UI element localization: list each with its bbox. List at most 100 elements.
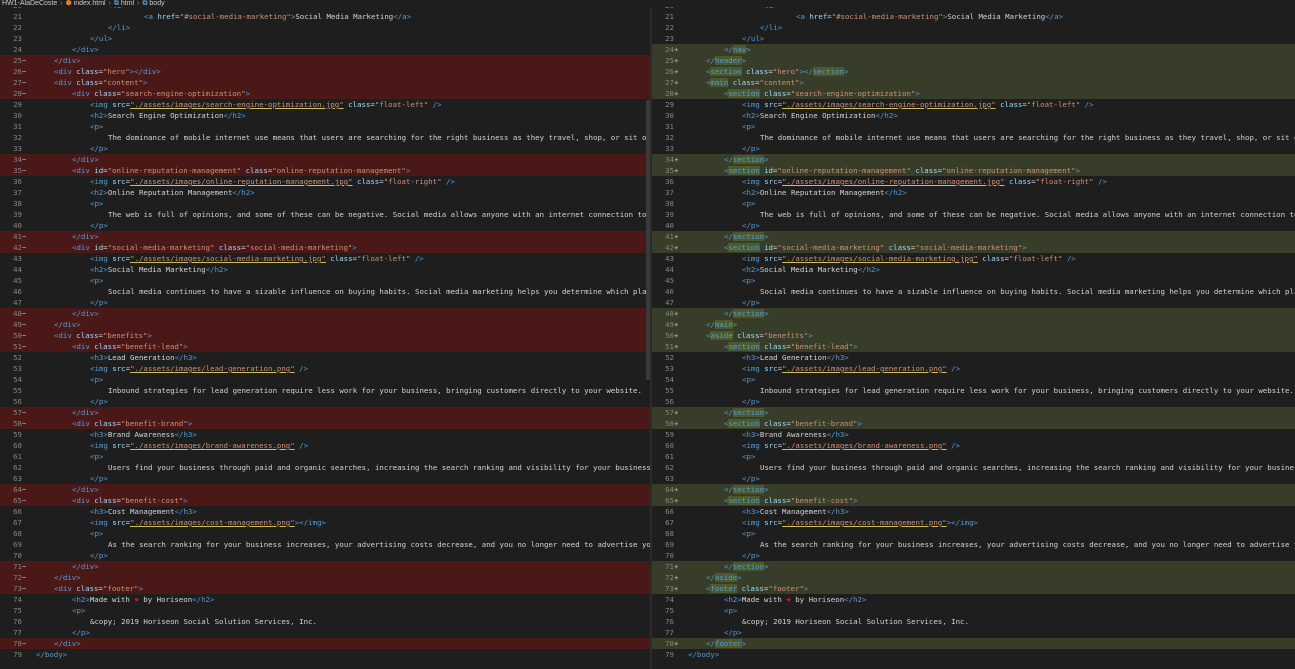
code-line[interactable]: 23 </ul> xyxy=(0,33,650,44)
code-line[interactable]: 79 </body> xyxy=(652,649,1295,660)
code-line[interactable]: 73− <div class="footer"> xyxy=(0,583,650,594)
breadcrumb-file[interactable]: index.html xyxy=(74,0,106,7)
code-line[interactable]: 39 The web is full of opinions, and some … xyxy=(0,209,650,220)
code-line[interactable]: 36 <img src="./assets/images/online-reput… xyxy=(652,176,1295,187)
code-line[interactable]: 68 <p> xyxy=(652,528,1295,539)
code-line[interactable]: 69 As the search ranking for your busines… xyxy=(652,539,1295,550)
code-line[interactable]: 62 Users find your business through paid … xyxy=(0,462,650,473)
code-line[interactable]: 53 <img src="./assets/images/lead-generat… xyxy=(0,363,650,374)
code-line[interactable]: 73 + <footer class="footer"> xyxy=(652,583,1295,594)
code-line[interactable]: 26 + <section class="hero"></section> xyxy=(652,66,1295,77)
code-line[interactable]: 29 <img src="./assets/images/search-engin… xyxy=(0,99,650,110)
code-line[interactable]: 42− <div id="social-media-marketing" clas… xyxy=(0,242,650,253)
code-line[interactable]: 24 </div> xyxy=(0,44,650,55)
code-line[interactable]: 48− </div> xyxy=(0,308,650,319)
code-line[interactable]: 28− <div class="search-engine-optimizatio… xyxy=(0,88,650,99)
breadcrumb-html[interactable]: html xyxy=(121,0,134,7)
code-line[interactable]: 60 <img src="./assets/images/brand-awaren… xyxy=(0,440,650,451)
code-line[interactable]: 34 + </section> xyxy=(652,154,1295,165)
code-line[interactable]: 76 &copy; 2019 Horiseon Social Solution S… xyxy=(652,616,1295,627)
code-line[interactable]: 74 <h2>Made with ❤ by Horiseon</h2> xyxy=(652,594,1295,605)
code-line[interactable]: 39 The web is full of opinions, and some … xyxy=(652,209,1295,220)
code-line[interactable]: 79 </body> xyxy=(0,649,650,660)
code-line[interactable]: 28 + <section class="search-engine-optimiz… xyxy=(652,88,1295,99)
scrollbar-thumb[interactable] xyxy=(646,100,650,380)
code-line[interactable]: 64− </div> xyxy=(0,484,650,495)
breadcrumb-folder[interactable]: HW1-AlaDeCoste xyxy=(2,0,57,7)
code-line[interactable]: 47 </p> xyxy=(0,297,650,308)
code-line[interactable]: 78− </div> xyxy=(0,638,650,649)
code-line[interactable]: 41 + </section> xyxy=(652,231,1295,242)
code-line[interactable]: 75 <p> xyxy=(0,605,650,616)
code-line[interactable]: 77 </p> xyxy=(652,627,1295,638)
code-line[interactable]: 53 <img src="./assets/images/lead-generat… xyxy=(652,363,1295,374)
code-line[interactable]: 56 </p> xyxy=(652,396,1295,407)
code-line[interactable]: 31 <p> xyxy=(652,121,1295,132)
code-line[interactable]: 62 Users find your business through paid … xyxy=(652,462,1295,473)
code-line[interactable]: 65 + <section class="benefit-cost"> xyxy=(652,495,1295,506)
code-line[interactable]: 40 </p> xyxy=(0,220,650,231)
code-line[interactable]: 54 <p> xyxy=(0,374,650,385)
code-line[interactable]: 70 </p> xyxy=(0,550,650,561)
code-line[interactable]: 66 <h3>Cost Management</h3> xyxy=(0,506,650,517)
code-line[interactable]: 76 &copy; 2019 Horiseon Social Solution S… xyxy=(0,616,650,627)
code-line[interactable]: 67 <img src="./assets/images/cost-managem… xyxy=(0,517,650,528)
code-line[interactable]: 57− </div> xyxy=(0,407,650,418)
code-line[interactable]: 25− </div> xyxy=(0,55,650,66)
code-line[interactable]: 51− <div class="benefit-lead"> xyxy=(0,341,650,352)
code-line[interactable]: 55 Inbound strategies for lead generation… xyxy=(0,385,650,396)
code-line[interactable]: 32 The dominance of mobile internet use m… xyxy=(652,132,1295,143)
code-line[interactable]: 36 <img src="./assets/images/online-reput… xyxy=(0,176,650,187)
code-line[interactable]: 59 <h3>Brand Awareness</h3> xyxy=(652,429,1295,440)
code-line[interactable]: 72 + </aside> xyxy=(652,572,1295,583)
code-line[interactable]: 69 As the search ranking for your busines… xyxy=(0,539,650,550)
code-line[interactable]: 59 <h3>Brand Awareness</h3> xyxy=(0,429,650,440)
code-line[interactable]: 30 <h2>Search Engine Optimization</h2> xyxy=(652,110,1295,121)
code-line[interactable]: 78 + </footer> xyxy=(652,638,1295,649)
code-line[interactable]: 33 </p> xyxy=(652,143,1295,154)
code-line[interactable]: 43 <img src="./assets/images/social-media… xyxy=(0,253,650,264)
code-line[interactable]: 46 Social media continues to have a sizab… xyxy=(0,286,650,297)
code-line[interactable]: 25 + </header> xyxy=(652,55,1295,66)
code-line[interactable]: 31 <p> xyxy=(0,121,650,132)
code-line[interactable]: 46 Social media continues to have a sizab… xyxy=(652,286,1295,297)
code-line[interactable]: 23 </ul> xyxy=(652,33,1295,44)
code-line[interactable]: 26− <div class="hero"></div> xyxy=(0,66,650,77)
code-line[interactable]: 44 <h2>Social Media Marketing</h2> xyxy=(0,264,650,275)
code-line[interactable]: 32 The dominance of mobile internet use m… xyxy=(0,132,650,143)
code-line[interactable]: 50− <div class="benefits"> xyxy=(0,330,650,341)
code-line[interactable]: 60 <img src="./assets/images/brand-awaren… xyxy=(652,440,1295,451)
code-line[interactable]: 65− <div class="benefit-cost"> xyxy=(0,495,650,506)
code-line[interactable]: 33 </p> xyxy=(0,143,650,154)
code-line[interactable]: 30 <h2>Search Engine Optimization</h2> xyxy=(0,110,650,121)
code-line[interactable]: 68 <p> xyxy=(0,528,650,539)
code-line[interactable]: 71− </div> xyxy=(0,561,650,572)
code-line[interactable]: 55 Inbound strategies for lead generation… xyxy=(652,385,1295,396)
code-line[interactable]: 41− </div> xyxy=(0,231,650,242)
code-line[interactable]: 42 + <section id="social-media-marketing" … xyxy=(652,242,1295,253)
code-line[interactable]: 35− <div id="online-reputation-management… xyxy=(0,165,650,176)
code-line[interactable]: 52 <h3>Lead Generation</h3> xyxy=(652,352,1295,363)
code-line[interactable]: 38 <p> xyxy=(0,198,650,209)
code-line[interactable]: 63 </p> xyxy=(0,473,650,484)
code-line[interactable]: 21 <a href="#social-media-marketing">Soci… xyxy=(652,11,1295,22)
code-line[interactable]: 52 <h3>Lead Generation</h3> xyxy=(0,352,650,363)
code-line[interactable]: 43 <img src="./assets/images/social-media… xyxy=(652,253,1295,264)
diff-original-pane[interactable]: 20<li>21<a href="#social-media-marketing… xyxy=(0,7,650,669)
code-line[interactable]: 67 <img src="./assets/images/cost-managem… xyxy=(652,517,1295,528)
code-line[interactable]: 27− <div class="content"> xyxy=(0,77,650,88)
code-line[interactable]: 56 </p> xyxy=(0,396,650,407)
code-line[interactable]: 74 <h2>Made with ❤ by Horiseon</h2> xyxy=(0,594,650,605)
code-line[interactable]: 21 <a href="#social-media-marketing">Soci… xyxy=(0,11,650,22)
code-line[interactable]: 44 <h2>Social Media Marketing</h2> xyxy=(652,264,1295,275)
code-line[interactable]: 70 </p> xyxy=(652,550,1295,561)
code-line[interactable]: 77 </p> xyxy=(0,627,650,638)
code-line[interactable]: 75 <p> xyxy=(652,605,1295,616)
diff-modified-pane[interactable]: 20<li>21<a href="#social-media-marketing… xyxy=(652,7,1295,669)
code-line[interactable]: 22 </li> xyxy=(652,22,1295,33)
code-line[interactable]: 37 <h2>Online Reputation Management</h2> xyxy=(0,187,650,198)
code-line[interactable]: 61 <p> xyxy=(0,451,650,462)
code-line[interactable]: 45 <p> xyxy=(0,275,650,286)
code-line[interactable]: 58 + <section class="benefit-brand"> xyxy=(652,418,1295,429)
code-line[interactable]: 54 <p> xyxy=(652,374,1295,385)
